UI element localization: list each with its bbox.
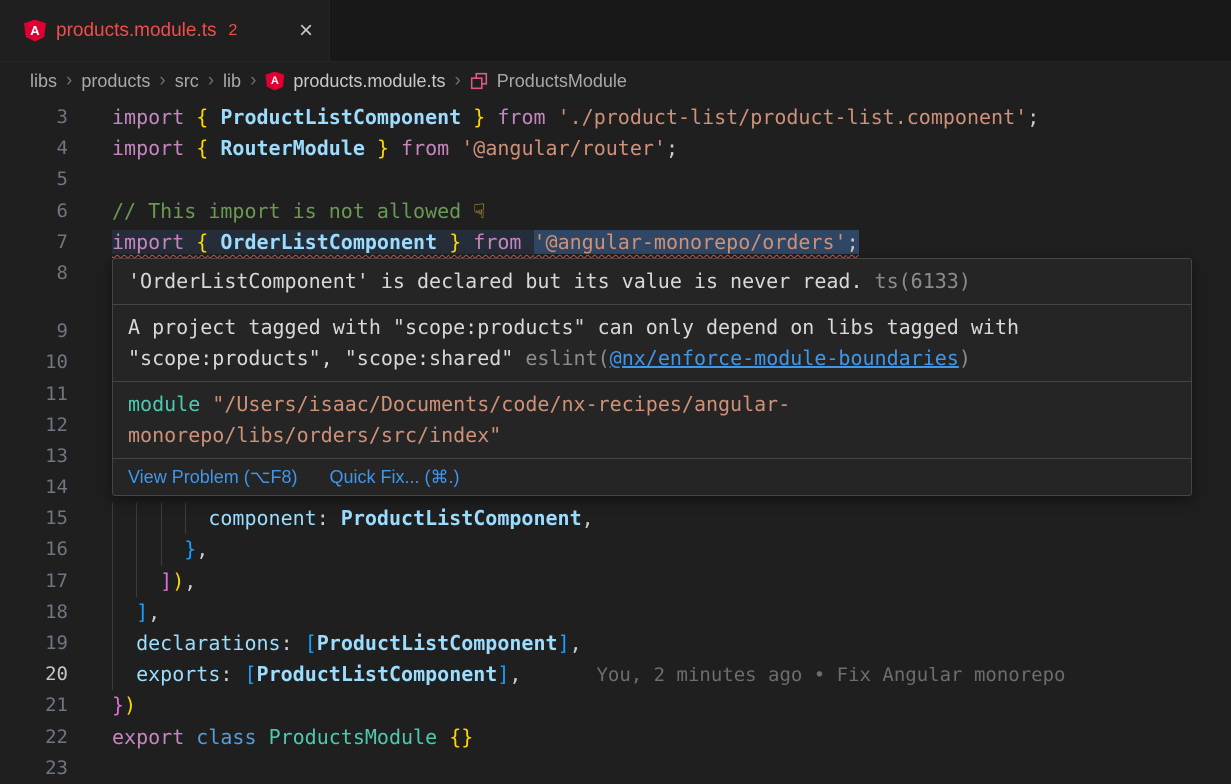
chevron-right-icon: › [250, 70, 256, 92]
breadcrumb-item-symbol[interactable]: ProductsModule [497, 71, 627, 92]
chevron-right-icon: › [66, 70, 72, 92]
line-number: 12 [0, 410, 68, 441]
line-number: 22 [0, 722, 68, 753]
chevron-right-icon: › [208, 70, 214, 92]
line-number: 8 [0, 258, 68, 289]
indent-guide [161, 503, 162, 534]
code-line[interactable]: 16 }, [0, 534, 1231, 565]
code-text[interactable]: export class ProductsModule {} [112, 722, 473, 753]
indent-guide [112, 597, 113, 628]
code-line[interactable]: 20 exports: [ProductListComponent],You, … [0, 659, 1231, 690]
chevron-right-icon: › [454, 70, 460, 92]
breadcrumb-item-libs[interactable]: libs [30, 71, 57, 92]
quick-fix-action[interactable]: Quick Fix... (⌘.) [329, 465, 459, 489]
indent-guide [136, 566, 137, 597]
breadcrumb-item-lib[interactable]: lib [223, 71, 241, 92]
hover-popup: 'OrderListComponent' is declared but its… [112, 258, 1192, 496]
indent-guide [112, 503, 113, 534]
indent-guide [112, 566, 113, 597]
line-number: 23 [0, 753, 68, 784]
code-line[interactable]: 5 [0, 164, 1231, 195]
line-number: 20 [0, 659, 68, 690]
error-squiggle-region: import { OrderListComponent } from '@ang… [112, 230, 859, 254]
code-text[interactable]: component: ProductListComponent, [112, 503, 594, 534]
indent-guide [112, 534, 113, 565]
line-number: 19 [0, 628, 68, 659]
code-text[interactable]: // This import is not allowed ☟ [112, 196, 485, 227]
editor[interactable]: 3 import { ProductListComponent } from '.… [0, 100, 1231, 784]
line-number: 14 [0, 472, 68, 503]
line-number: 11 [0, 379, 68, 410]
hover-section: A project tagged with "scope:products" c… [113, 304, 1191, 381]
class-symbol-icon [470, 72, 488, 90]
breadcrumb-item-file[interactable]: products.module.ts [293, 71, 445, 92]
angular-file-icon: A [265, 72, 284, 91]
code-text[interactable]: import { ProductListComponent } from './… [112, 102, 1039, 133]
line-number: 16 [0, 534, 68, 565]
tab-bar: A products.module.ts 2 × [0, 0, 1231, 62]
line-number: 9 [0, 316, 68, 347]
vscode-window: A products.module.ts 2 × libs › products… [0, 0, 1231, 784]
code-line[interactable]: 17 ]), [0, 566, 1231, 597]
line-number: 10 [0, 347, 68, 378]
code-text[interactable]: }) [112, 690, 136, 721]
indent-guide [112, 659, 113, 690]
chevron-right-icon: › [159, 70, 165, 92]
breadcrumb: libs › products › src › lib › A products… [0, 62, 1231, 100]
code-line[interactable]: 3 import { ProductListComponent } from '.… [0, 102, 1231, 133]
code-line[interactable]: 23 [0, 753, 1231, 784]
line-number: 4 [0, 133, 68, 164]
indent-guide [112, 628, 113, 659]
line-number: 3 [0, 102, 68, 133]
code-text[interactable]: exports: [ProductListComponent],You, 2 m… [112, 659, 1065, 690]
code-text[interactable]: import { OrderListComponent } from '@ang… [112, 227, 859, 258]
hover-section: 'OrderListComponent' is declared but its… [113, 259, 1191, 304]
indent-guide [136, 503, 137, 534]
hover-sections: 'OrderListComponent' is declared but its… [113, 259, 1191, 458]
code-line[interactable]: 18 ], [0, 597, 1231, 628]
hover-section: module "/Users/isaac/Documents/code/nx-r… [113, 381, 1191, 458]
indent-guide [136, 534, 137, 565]
breadcrumb-item-products[interactable]: products [81, 71, 150, 92]
code-line[interactable]: 6 // This import is not allowed ☟ [0, 196, 1231, 227]
line-number: 18 [0, 597, 68, 628]
line-number: 21 [0, 690, 68, 721]
line-number: 17 [0, 566, 68, 597]
line-number: 5 [0, 164, 68, 195]
line-number: 13 [0, 441, 68, 472]
code-text[interactable]: ], [112, 597, 160, 628]
code-text[interactable]: }, [112, 534, 208, 565]
tab-products-module[interactable]: A products.module.ts 2 × [0, 0, 330, 61]
git-blame-annotation: You, 2 minutes ago • Fix Angular monorep… [596, 664, 1065, 686]
close-icon[interactable]: × [299, 19, 313, 43]
code-text[interactable]: declarations: [ProductListComponent], [112, 628, 582, 659]
angular-file-icon: A [24, 20, 46, 42]
indent-guide [161, 534, 162, 565]
code-line[interactable]: 22 export class ProductsModule {} [0, 722, 1231, 753]
code-line[interactable]: 21}) [0, 690, 1231, 721]
hover-actions: View Problem (⌥F8) Quick Fix... (⌘.) [113, 458, 1191, 495]
line-number: 15 [0, 503, 68, 534]
tab-problems-badge: 2 [229, 22, 238, 40]
code-line[interactable]: 7 import { OrderListComponent } from '@an… [0, 227, 1231, 258]
indent-guide [185, 503, 186, 534]
line-number: 7 [0, 227, 68, 258]
code-line[interactable]: 19 declarations: [ProductListComponent], [0, 628, 1231, 659]
eslint-rule-link[interactable]: @nx/enforce-module-boundaries [610, 346, 959, 370]
view-problem-action[interactable]: View Problem (⌥F8) [128, 465, 297, 489]
code-text[interactable]: ]), [112, 566, 196, 597]
code-line[interactable]: 15 component: ProductListComponent, [0, 503, 1231, 534]
tab-title: products.module.ts [56, 20, 217, 42]
line-number: 6 [0, 196, 68, 227]
breadcrumb-item-src[interactable]: src [175, 71, 199, 92]
code-line[interactable]: 4 import { RouterModule } from '@angular/… [0, 133, 1231, 164]
code-text[interactable]: import { RouterModule } from '@angular/r… [112, 133, 678, 164]
